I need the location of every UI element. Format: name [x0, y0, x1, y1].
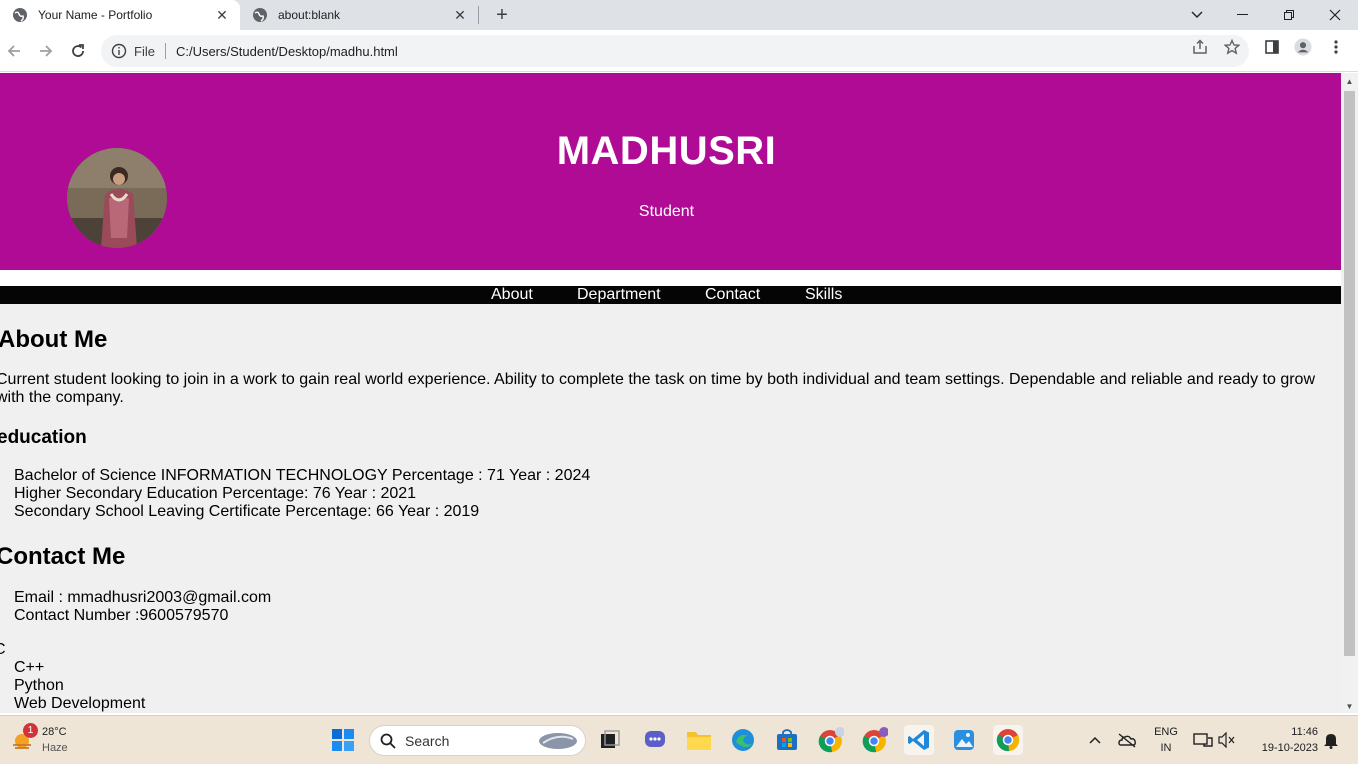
tab-title: Your Name - Portfolio [38, 8, 153, 22]
minimize-button[interactable] [1220, 0, 1266, 30]
education-item: Bachelor of Science INFORMATION TECHNOLO… [14, 467, 591, 484]
search-highlight-icon [537, 729, 579, 756]
new-tab-button[interactable]: + [490, 3, 514, 27]
page-navbar: About Department Contact Skills [0, 286, 1341, 304]
chrome-profile-icon[interactable] [816, 725, 846, 755]
vscode-icon[interactable] [904, 725, 934, 755]
file-explorer-icon[interactable] [684, 725, 714, 755]
side-panel-icon[interactable] [1263, 38, 1281, 56]
url-text[interactable]: C:/Users/Student/Desktop/madhu.html [176, 44, 398, 59]
contact-heading: Contact Me [0, 543, 126, 570]
globe-icon [12, 7, 28, 23]
about-text-line2: with the company. [0, 389, 124, 406]
skills-item: Web Development [14, 695, 146, 712]
education-item: Secondary School Leaving Certificate Per… [14, 503, 480, 520]
language-line2[interactable]: IN [1148, 742, 1184, 754]
nav-link-about[interactable]: About [491, 286, 533, 304]
scroll-up-arrow-icon[interactable]: ▲ [1345, 77, 1354, 86]
close-window-button[interactable] [1312, 0, 1358, 30]
onedrive-off-icon[interactable] [1113, 725, 1141, 755]
clock-time[interactable]: 11:46 [1248, 726, 1318, 738]
scroll-thumb[interactable] [1344, 91, 1355, 656]
tray-chevron-up-icon[interactable] [1082, 725, 1108, 755]
skills-item: Python [14, 677, 64, 694]
bookmark-star-icon[interactable] [1223, 38, 1241, 56]
skills-first-item: C [0, 641, 6, 659]
windows-start-icon[interactable] [328, 725, 358, 755]
browser-toolbar: File C:/Users/Student/Desktop/madhu.html [0, 30, 1358, 72]
omnibox-divider [164, 43, 166, 59]
tab-portfolio[interactable]: Your Name - Portfolio ✕ [0, 0, 240, 30]
restore-button[interactable] [1266, 0, 1312, 30]
weather-condition: Haze [42, 742, 68, 754]
microsoft-store-icon[interactable] [772, 725, 802, 755]
task-view-icon[interactable] [595, 725, 625, 755]
tab-search-icon[interactable] [1174, 0, 1220, 30]
chrome-profile-m-icon[interactable] [860, 725, 890, 755]
address-bar[interactable]: File C:/Users/Student/Desktop/madhu.html [101, 35, 1249, 67]
menu-kebab-icon[interactable] [1327, 38, 1345, 56]
chrome-active-icon[interactable] [993, 725, 1023, 755]
windows-taskbar: 1 28°C Haze Search ENG IN 11:46 19-10-20… [0, 715, 1358, 764]
page-viewport: MADHUSRI Student About Department Contac… [0, 73, 1341, 713]
tab-title: about:blank [278, 8, 341, 22]
chat-icon[interactable] [640, 725, 670, 755]
edge-browser-icon[interactable] [728, 725, 758, 755]
info-icon[interactable] [110, 42, 128, 60]
about-heading: About Me [0, 326, 108, 353]
education-heading: education [0, 427, 87, 448]
tab-divider [478, 6, 479, 24]
globe-icon [252, 7, 268, 23]
tab-strip: Your Name - Portfolio ✕ about:blank ✕ + [0, 0, 1358, 30]
photos-icon[interactable] [949, 725, 979, 755]
tab-about-blank[interactable]: about:blank ✕ [240, 0, 478, 30]
language-line1[interactable]: ENG [1148, 726, 1184, 738]
nav-link-department[interactable]: Department [577, 286, 661, 304]
scroll-down-arrow-icon[interactable]: ▼ [1345, 702, 1354, 711]
notification-bell-icon[interactable] [1318, 725, 1344, 755]
display-network-icon[interactable] [1190, 725, 1216, 755]
notification-badge: 1 [23, 723, 38, 738]
contact-email: Email : mmadhusri2003@gmail.com [14, 589, 272, 606]
volume-muted-icon[interactable] [1214, 725, 1240, 755]
close-tab-icon[interactable]: ✕ [214, 7, 230, 23]
profile-avatar-icon[interactable] [1294, 38, 1312, 56]
search-icon [380, 733, 396, 749]
back-button[interactable] [1, 38, 27, 64]
skills-item: C++ [14, 659, 45, 676]
about-text-line1: Current student looking to join in a wor… [0, 371, 1315, 388]
weather-temperature: 28°C [42, 726, 67, 738]
close-tab-icon[interactable]: ✕ [452, 7, 468, 23]
reload-button[interactable] [65, 38, 91, 64]
taskbar-search-box[interactable]: Search [369, 725, 586, 756]
nav-link-contact[interactable]: Contact [705, 286, 760, 304]
forward-button[interactable] [33, 38, 59, 64]
nav-link-skills[interactable]: Skills [805, 286, 842, 304]
page-scrollbar[interactable]: ▲ ▼ [1341, 73, 1358, 713]
share-icon[interactable] [1191, 38, 1209, 56]
hero-spacer [0, 270, 1341, 286]
hero-role: Student [638, 203, 695, 220]
scheme-label: File [134, 43, 155, 59]
hero-banner: MADHUSRI Student [0, 73, 1341, 270]
hero-name: MADHUSRI [556, 129, 777, 173]
clock-date[interactable]: 19-10-2023 [1240, 742, 1318, 754]
contact-phone: Contact Number :9600579570 [14, 607, 229, 624]
search-placeholder: Search [405, 732, 450, 749]
education-item: Higher Secondary Education Percentage: 7… [14, 485, 417, 502]
